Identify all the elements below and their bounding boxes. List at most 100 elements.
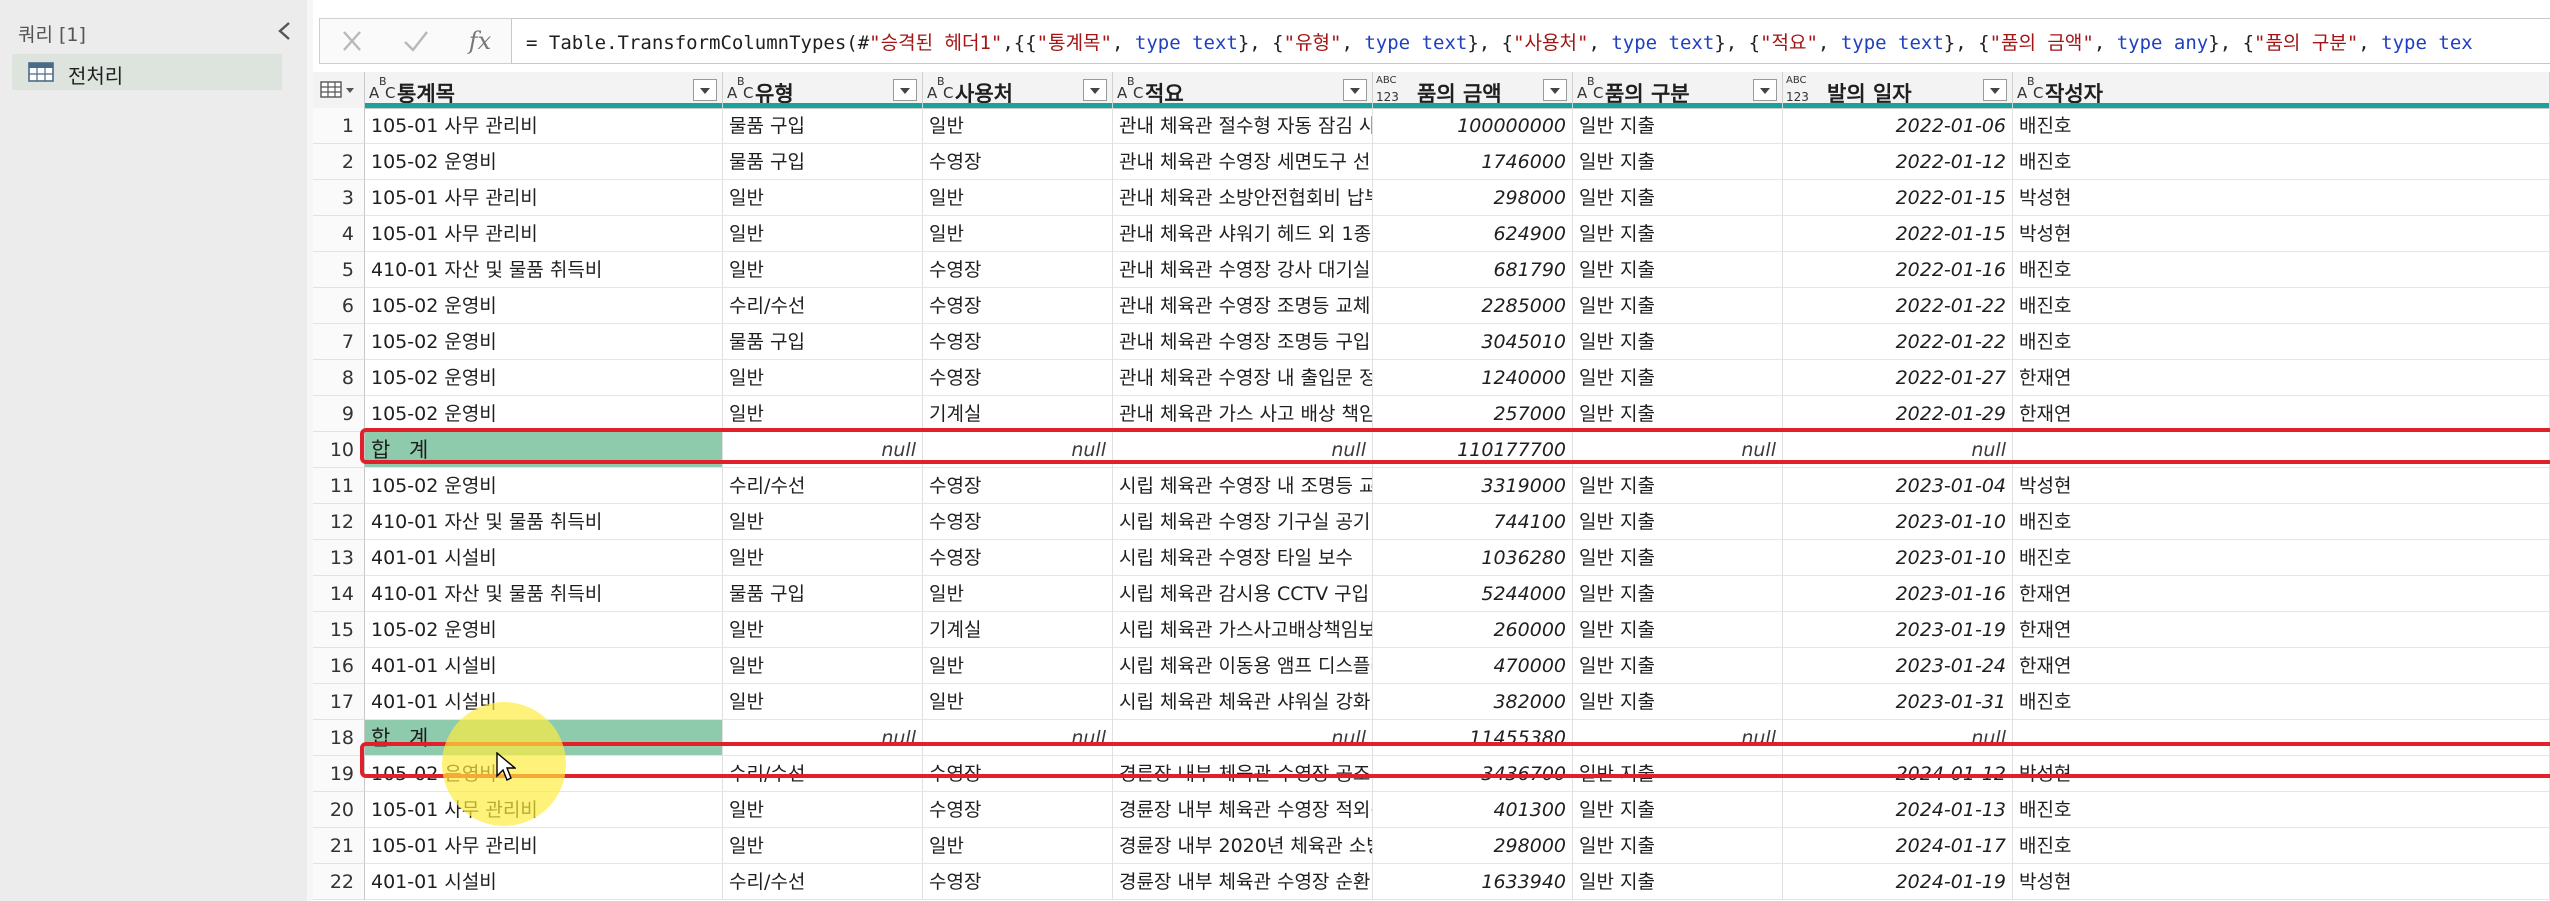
table-cell[interactable]: 2022-01-22 (1783, 288, 2013, 324)
table-cell[interactable]: 410-01 자산 및 물품 취득비 (365, 504, 723, 540)
table-cell[interactable]: 배진호 (2013, 324, 2550, 360)
table-cell[interactable]: 2022-01-22 (1783, 324, 2013, 360)
table-cell[interactable]: 일반 (723, 648, 923, 684)
table-cell[interactable]: 물품 구입 (723, 576, 923, 612)
table-cell[interactable]: 일반 (723, 180, 923, 216)
table-cell[interactable]: 수영장 (923, 756, 1113, 792)
table-cell[interactable]: 수영장 (923, 792, 1113, 828)
total-row[interactable]: 18 합 계 null null null 11455380 null null (313, 720, 2550, 756)
table-row[interactable]: 15105-02 운영비일반기계실시립 체육관 가스사고배상책임보험료...26… (313, 612, 2550, 648)
collapse-pane-button[interactable] (272, 16, 298, 46)
table-cell[interactable]: 수영장 (923, 540, 1113, 576)
row-number[interactable]: 2 (313, 144, 365, 180)
table-cell[interactable]: 2022-01-15 (1783, 216, 2013, 252)
table-cell[interactable]: 물품 구입 (723, 144, 923, 180)
table-row[interactable]: 14 410-01 자산 및 물품 취득비 물품 구입 일반 시립 체육관 감시용 CC… (313, 576, 2550, 612)
table-cell[interactable]: 배진호 (2013, 108, 2550, 144)
table-cell[interactable]: 배진호 (2013, 540, 2550, 576)
table-cell[interactable]: 105-02 운영비 (365, 360, 723, 396)
table-cell[interactable]: null (923, 432, 1113, 468)
table-cell[interactable]: 한재연 (2013, 396, 2550, 432)
table-cell[interactable]: 경륜장 내부 체육관 수영장 순환 설비 ... (1113, 864, 1373, 900)
table-cell[interactable]: 105-01 사무 관리비 (365, 108, 723, 144)
table-cell[interactable]: 수영장 (923, 144, 1113, 180)
table-cell[interactable]: 수영장 (923, 252, 1113, 288)
row-number[interactable]: 11 (313, 468, 365, 504)
column-header-1[interactable]: A B C 통계목 (365, 72, 723, 108)
row-number[interactable]: 13 (313, 540, 365, 576)
table-cell[interactable]: 수영장 (923, 360, 1113, 396)
filter-dropdown-button[interactable] (1343, 79, 1367, 101)
table-cell[interactable]: 401300 (1373, 792, 1573, 828)
table-cell[interactable]: 2023-01-04 (1783, 468, 2013, 504)
table-row[interactable]: 17401-01 시설비일반일반시립 체육관 체육관 샤워실 강화 유리 ...… (313, 684, 2550, 720)
table-cell[interactable]: 일반 지출 (1573, 792, 1783, 828)
row-number[interactable]: 3 (313, 180, 365, 216)
formula-input[interactable]: = Table.TransformColumnTypes(#"승격된 헤더1",… (511, 18, 2550, 64)
row-number[interactable]: 7 (313, 324, 365, 360)
table-cell[interactable]: 2023-01-24 (1783, 648, 2013, 684)
table-cell[interactable]: null (1783, 432, 2013, 468)
row-number[interactable]: 14 (313, 576, 365, 612)
table-cell[interactable]: 일반 (723, 684, 923, 720)
table-cell[interactable]: 2022-01-12 (1783, 144, 2013, 180)
table-cell[interactable]: 관내 체육관 절수형 자동 잠김 샤워기 ... (1113, 108, 1373, 144)
insert-function-button[interactable]: fx (460, 25, 500, 57)
filter-dropdown-button[interactable] (1083, 79, 1107, 101)
table-row[interactable]: 12 410-01 자산 및 물품 취득비 일반 수영장 시립 체육관 수영장 기구실 … (313, 504, 2550, 540)
table-cell[interactable]: 3045010 (1373, 324, 1573, 360)
table-row[interactable]: 6 105-02 운영비 수리/수선 수영장 관내 체육관 수영장 조명등 교체 2285… (313, 288, 2550, 324)
table-cell[interactable]: null (1783, 720, 2013, 756)
table-cell[interactable]: 2023-01-16 (1783, 576, 2013, 612)
table-cell[interactable]: null (723, 720, 923, 756)
table-cell[interactable]: 시립 체육관 이동용 앰프 디스플레이 ... (1113, 648, 1373, 684)
table-cell[interactable]: 일반 (723, 540, 923, 576)
table-row[interactable]: 9105-02 운영비일반기계실관내 체육관 가스 사고 배상 책임 보험...… (313, 396, 2550, 432)
table-cell[interactable]: 일반 지출 (1573, 144, 1783, 180)
table-cell[interactable]: 배진호 (2013, 684, 2550, 720)
row-number[interactable]: 21 (313, 828, 365, 864)
table-cell[interactable]: null (923, 720, 1113, 756)
table-cell[interactable]: 105-02 운영비 (365, 144, 723, 180)
table-cell[interactable]: null (1573, 432, 1783, 468)
table-cell[interactable]: 일반 지출 (1573, 252, 1783, 288)
table-cell[interactable]: 수영장 (923, 468, 1113, 504)
table-cell[interactable]: 일반 (923, 216, 1113, 252)
table-cell[interactable]: 105-01 사무 관리비 (365, 216, 723, 252)
table-cell[interactable]: 일반 (923, 108, 1113, 144)
table-cell[interactable]: 105-01 사무 관리비 (365, 792, 723, 828)
table-cell[interactable]: 298000 (1373, 180, 1573, 216)
table-cell[interactable]: 박성현 (2013, 216, 2550, 252)
table-cell[interactable]: 경륜장 내부 2020년 체육관 소방안전... (1113, 828, 1373, 864)
row-number[interactable]: 4 (313, 216, 365, 252)
row-number[interactable]: 22 (313, 864, 365, 900)
row-number[interactable]: 5 (313, 252, 365, 288)
column-header-7[interactable]: ABC 123 발의 일자 (1783, 72, 2013, 108)
row-number[interactable]: 17 (313, 684, 365, 720)
table-cell[interactable]: 일반 지출 (1573, 756, 1783, 792)
row-number[interactable]: 10 (313, 432, 365, 468)
table-cell[interactable]: 2022-01-27 (1783, 360, 2013, 396)
table-cell[interactable]: 관내 체육관 소방안전협회비 납부 (1113, 180, 1373, 216)
table-cell[interactable]: 2022-01-16 (1783, 252, 2013, 288)
table-cell[interactable]: 일반 (723, 252, 923, 288)
table-cell[interactable]: 일반 지출 (1573, 576, 1783, 612)
table-cell[interactable]: 일반 지출 (1573, 828, 1783, 864)
table-cell[interactable]: 관내 체육관 수영장 세면도구 선반대 ... (1113, 144, 1373, 180)
table-cell[interactable]: 2023-01-31 (1783, 684, 2013, 720)
column-header-8[interactable]: A B C 작성자 (2013, 72, 2550, 108)
table-cell[interactable]: 일반 (723, 360, 923, 396)
row-number[interactable]: 8 (313, 360, 365, 396)
table-cell[interactable]: 경륜장 내부 체육관 수영장 적외선 온... (1113, 792, 1373, 828)
table-cell[interactable]: 3319000 (1373, 468, 1573, 504)
table-cell[interactable]: 410-01 자산 및 물품 취득비 (365, 252, 723, 288)
table-cell[interactable]: 일반 지출 (1573, 468, 1783, 504)
table-cell[interactable]: 일반 지출 (1573, 396, 1783, 432)
table-cell[interactable]: 물품 구입 (723, 108, 923, 144)
table-cell[interactable] (2013, 432, 2550, 468)
table-row[interactable]: 20105-01 사무 관리비일반수영장경륜장 내부 체육관 수영장 적외선 온… (313, 792, 2550, 828)
table-cell[interactable]: 일반 지출 (1573, 288, 1783, 324)
table-cell[interactable]: 401-01 시설비 (365, 648, 723, 684)
table-row[interactable]: 8 105-02 운영비 일반 수영장 관내 체육관 수영장 내 출입문 정비 12400… (313, 360, 2550, 396)
table-row[interactable]: 7 105-02 운영비 물품 구입 수영장 관내 체육관 수영장 조명등 구입 3045… (313, 324, 2550, 360)
